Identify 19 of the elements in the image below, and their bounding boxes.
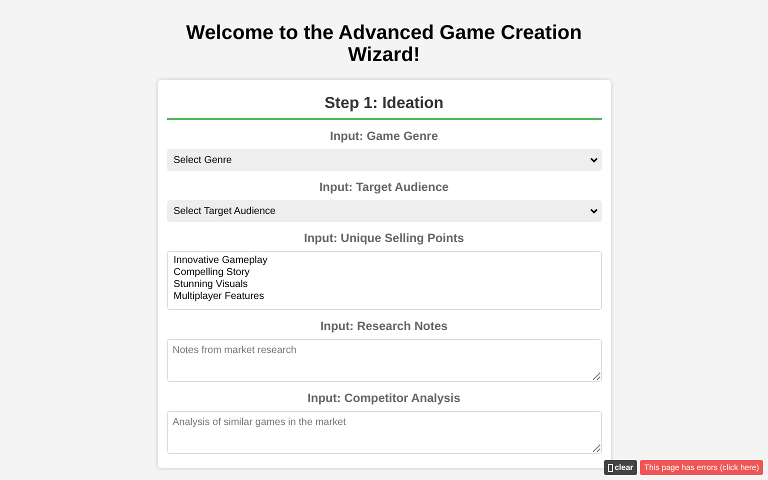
dropdown[interactable]: Select Genre (166, 149, 602, 171)
list-option[interactable]: Multiplayer Features (174, 291, 594, 303)
dropdown[interactable]: Select Target Audience (166, 200, 602, 222)
list-option[interactable]: Compelling Story (174, 267, 594, 279)
field-label: Input: Research Notes (319, 319, 449, 333)
field-label: Input: Target Audience (318, 180, 450, 194)
step-heading: Step 1: Ideation (166, 94, 602, 120)
list-option[interactable]: Stunning Visuals (174, 279, 594, 291)
caret-icon (590, 208, 598, 214)
page-title: Welcome to the Advanced Game Creation Wizard! (185, 22, 583, 66)
glyph-icon (608, 464, 613, 472)
list-option[interactable]: Innovative Gameplay (174, 255, 594, 267)
text-area[interactable]: Analysis of similar games in the market (166, 411, 602, 454)
clear-button[interactable]: clear (604, 460, 638, 475)
field-label: Input: Game Genre (328, 129, 440, 143)
field-label: Input: Unique Selling Points (303, 231, 465, 245)
text-area[interactable]: Notes from market research (166, 339, 602, 382)
caret-icon (590, 157, 598, 163)
field-label: Input: Competitor Analysis (306, 391, 462, 405)
